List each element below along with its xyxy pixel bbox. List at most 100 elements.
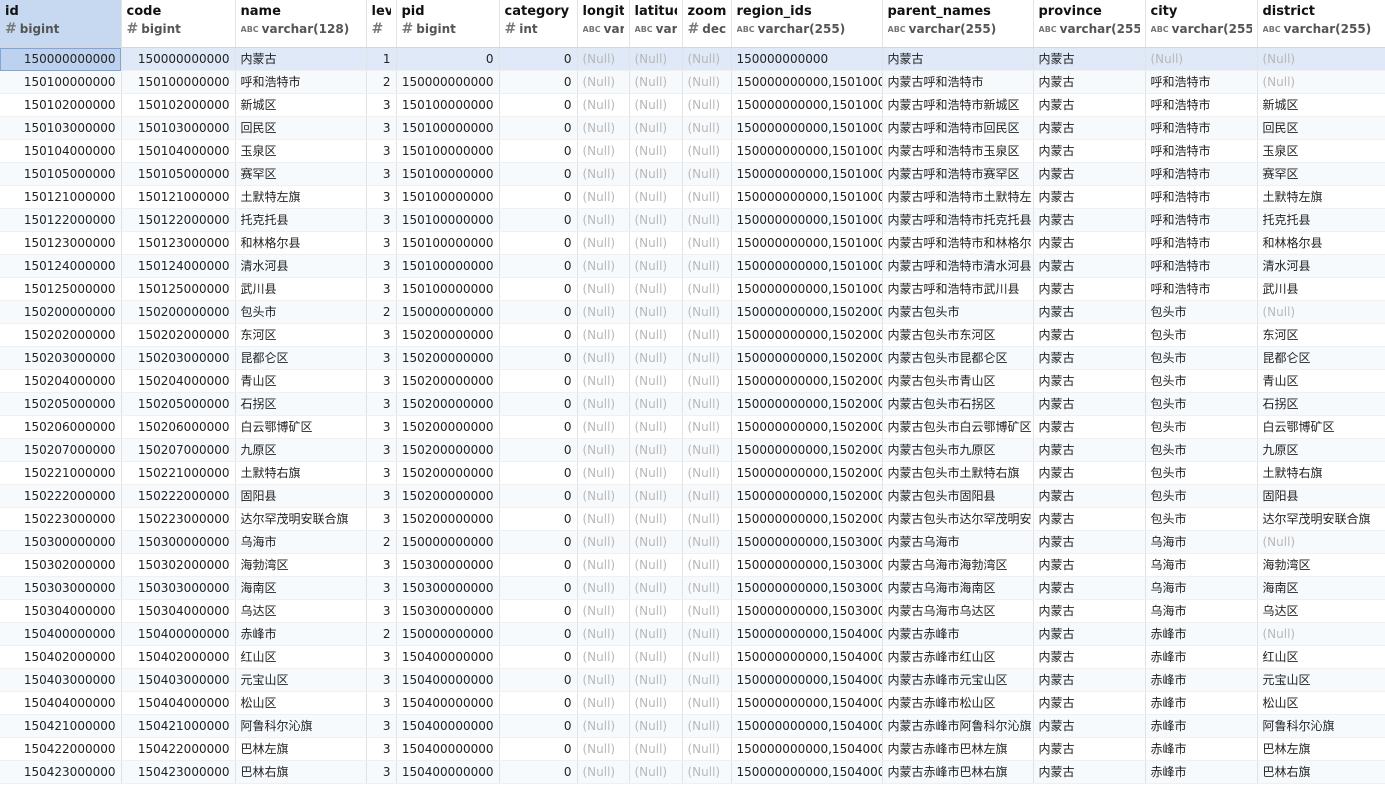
table-row[interactable]: 150104000000 150104000000 玉泉区 3 150100000000… [0, 139, 1385, 163]
cell-zoom[interactable]: (Null) [682, 438, 732, 462]
cell-region-ids[interactable]: 150000000000,15030000 [731, 530, 883, 554]
cell-name[interactable]: 土默特右旗 [235, 461, 367, 485]
cell-parent-names[interactable]: 内蒙古包头市固阳县 [882, 484, 1034, 508]
cell-id[interactable]: 150125000000 [0, 277, 122, 301]
cell-latitud[interactable]: (Null) [629, 668, 683, 692]
cell-longitu[interactable]: (Null) [577, 369, 630, 393]
table-row[interactable]: 150122000000 150122000000 托克托县 3 15010000000… [0, 208, 1385, 232]
cell-city[interactable]: 呼和浩特市 [1145, 162, 1258, 186]
cell-longitu[interactable]: (Null) [577, 461, 630, 485]
cell-pid[interactable]: 150100000000 [396, 139, 500, 163]
cell-city[interactable]: 呼和浩特市 [1145, 185, 1258, 209]
cell-lev[interactable]: 3 [366, 691, 397, 715]
cell-city[interactable]: 赤峰市 [1145, 645, 1258, 669]
cell-longitu[interactable]: (Null) [577, 484, 630, 508]
cell-district[interactable]: 海南区 [1257, 576, 1385, 600]
cell-province[interactable]: 内蒙古 [1033, 484, 1146, 508]
cell-lev[interactable]: 2 [366, 622, 397, 646]
cell-name[interactable]: 清水河县 [235, 254, 367, 278]
cell-pid[interactable]: 150100000000 [396, 185, 500, 209]
cell-name[interactable]: 乌海市 [235, 530, 367, 554]
cell-name[interactable]: 达尔罕茂明安联合旗 [235, 507, 367, 531]
table-row[interactable]: 150404000000 150404000000 松山区 3 150400000000… [0, 691, 1385, 715]
cell-name[interactable]: 白云鄂博矿区 [235, 415, 367, 439]
cell-province[interactable]: 内蒙古 [1033, 323, 1146, 347]
cell-pid[interactable]: 150200000000 [396, 323, 500, 347]
cell-latitud[interactable]: (Null) [629, 415, 683, 439]
cell-category[interactable]: 0 [499, 162, 578, 186]
cell-province[interactable]: 内蒙古 [1033, 300, 1146, 324]
cell-province[interactable]: 内蒙古 [1033, 93, 1146, 117]
cell-category[interactable]: 0 [499, 622, 578, 646]
cell-pid[interactable]: 150400000000 [396, 645, 500, 669]
cell-lev[interactable]: 3 [366, 231, 397, 255]
cell-province[interactable]: 内蒙古 [1033, 714, 1146, 738]
column-header-zoom[interactable]: zoom # dec [682, 0, 732, 48]
cell-parent-names[interactable]: 内蒙古赤峰市红山区 [882, 645, 1034, 669]
cell-category[interactable]: 0 [499, 93, 578, 117]
table-row[interactable]: 150100000000 150100000000 呼和浩特市 2 1500000000… [0, 70, 1385, 94]
cell-city[interactable]: 乌海市 [1145, 553, 1258, 577]
cell-id[interactable]: 150403000000 [0, 668, 122, 692]
table-row[interactable]: 150204000000 150204000000 青山区 3 150200000000… [0, 369, 1385, 393]
table-row[interactable]: 150400000000 150400000000 赤峰市 2 150000000000… [0, 622, 1385, 646]
cell-region-ids[interactable]: 150000000000,15020000 [731, 300, 883, 324]
cell-district[interactable]: 托克托县 [1257, 208, 1385, 232]
cell-code[interactable]: 150200000000 [121, 300, 236, 324]
cell-code[interactable]: 150403000000 [121, 668, 236, 692]
cell-region-ids[interactable]: 150000000000,15040000 [731, 760, 883, 784]
cell-id[interactable]: 150124000000 [0, 254, 122, 278]
cell-longitu[interactable]: (Null) [577, 714, 630, 738]
cell-code[interactable]: 150202000000 [121, 323, 236, 347]
cell-name[interactable]: 巴林右旗 [235, 760, 367, 784]
cell-latitud[interactable]: (Null) [629, 507, 683, 531]
cell-code[interactable]: 150402000000 [121, 645, 236, 669]
cell-city[interactable]: 呼和浩特市 [1145, 277, 1258, 301]
cell-pid[interactable]: 150200000000 [396, 392, 500, 416]
cell-province[interactable]: 内蒙古 [1033, 415, 1146, 439]
cell-parent-names[interactable]: 内蒙古呼和浩特市和林格尔 [882, 231, 1034, 255]
cell-pid[interactable]: 150000000000 [396, 530, 500, 554]
cell-city[interactable]: 包头市 [1145, 461, 1258, 485]
cell-latitud[interactable]: (Null) [629, 599, 683, 623]
cell-zoom[interactable]: (Null) [682, 484, 732, 508]
cell-district[interactable]: 青山区 [1257, 369, 1385, 393]
cell-city[interactable]: 包头市 [1145, 392, 1258, 416]
cell-region-ids[interactable]: 150000000000,15040000 [731, 645, 883, 669]
cell-region-ids[interactable]: 150000000000 [731, 47, 883, 71]
cell-province[interactable]: 内蒙古 [1033, 530, 1146, 554]
cell-province[interactable]: 内蒙古 [1033, 576, 1146, 600]
cell-id[interactable]: 150104000000 [0, 139, 122, 163]
cell-zoom[interactable]: (Null) [682, 530, 732, 554]
cell-id[interactable]: 150202000000 [0, 323, 122, 347]
cell-district[interactable]: 土默特左旗 [1257, 185, 1385, 209]
cell-name[interactable]: 石拐区 [235, 392, 367, 416]
cell-parent-names[interactable]: 内蒙古呼和浩特市回民区 [882, 116, 1034, 140]
cell-region-ids[interactable]: 150000000000,15010000 [731, 231, 883, 255]
cell-region-ids[interactable]: 150000000000,15030000 [731, 599, 883, 623]
cell-code[interactable]: 150102000000 [121, 93, 236, 117]
cell-pid[interactable]: 150200000000 [396, 415, 500, 439]
cell-code[interactable]: 150125000000 [121, 277, 236, 301]
cell-region-ids[interactable]: 150000000000,15020000 [731, 346, 883, 370]
cell-latitud[interactable]: (Null) [629, 714, 683, 738]
cell-id[interactable]: 150302000000 [0, 553, 122, 577]
table-row[interactable]: 150207000000 150207000000 九原区 3 150200000000… [0, 438, 1385, 462]
cell-lev[interactable]: 3 [366, 346, 397, 370]
cell-latitud[interactable]: (Null) [629, 208, 683, 232]
cell-city[interactable]: (Null) [1145, 47, 1258, 71]
cell-category[interactable]: 0 [499, 714, 578, 738]
table-row[interactable]: 150403000000 150403000000 元宝山区 3 15040000000… [0, 668, 1385, 692]
cell-province[interactable]: 内蒙古 [1033, 254, 1146, 278]
cell-code[interactable]: 150122000000 [121, 208, 236, 232]
cell-lev[interactable]: 3 [366, 323, 397, 347]
cell-category[interactable]: 0 [499, 507, 578, 531]
cell-name[interactable]: 元宝山区 [235, 668, 367, 692]
cell-name[interactable]: 土默特左旗 [235, 185, 367, 209]
cell-region-ids[interactable]: 150000000000,15020000 [731, 415, 883, 439]
cell-parent-names[interactable]: 内蒙古乌海市海勃湾区 [882, 553, 1034, 577]
cell-name[interactable]: 武川县 [235, 277, 367, 301]
cell-zoom[interactable]: (Null) [682, 346, 732, 370]
table-row[interactable]: 150223000000 150223000000 达尔罕茂明安联合旗 3 150200… [0, 507, 1385, 531]
cell-region-ids[interactable]: 150000000000,15040000 [731, 714, 883, 738]
